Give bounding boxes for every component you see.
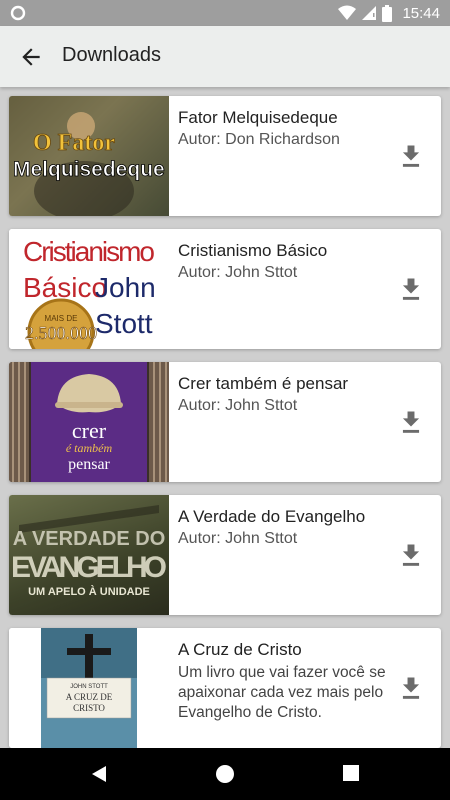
status-bar: 15:44: [0, 0, 450, 26]
cover-author: JOHN STOTT: [70, 684, 108, 690]
status-time: 15:44: [402, 4, 440, 22]
book-card-fator-melquisedeque[interactable]: O Fator Melquisedeque Fator Melquisedequ…: [9, 96, 441, 216]
cover-title-line1: O Fator: [33, 130, 115, 156]
cover-title-line2: EVANGELHO: [11, 551, 167, 584]
book-title: Crer também é pensar: [178, 374, 349, 393]
cover-seal-line2: 2.500.000: [25, 323, 97, 343]
cover-subtitle: UM APELO À UNIDADE: [28, 585, 150, 598]
signal-icon: [362, 6, 377, 20]
book-card-cristianismo-basico[interactable]: Cristianismo Básico John Stott MAIS DE 2…: [9, 229, 441, 349]
cover-art: JOHN STOTT A CRUZ DE CRISTO: [41, 628, 137, 748]
notification-dot-icon: [10, 5, 26, 21]
cover-title-line2: é também: [66, 441, 113, 455]
back-arrow-icon[interactable]: [18, 44, 44, 70]
cover-art: A VERDADE DO EVANGELHO UM APELO À UNIDAD…: [11, 505, 167, 598]
cover-title-line1: A CRUZ DE: [66, 692, 113, 702]
book-card-a-cruz-de-cristo[interactable]: JOHN STOTT A CRUZ DE CRISTO A Cruz de Cr…: [9, 628, 441, 748]
wifi-icon: [338, 5, 357, 20]
cover-title-line1: crer: [72, 418, 107, 443]
cover-art: Cristianismo Básico John Stott MAIS DE 2…: [23, 236, 156, 349]
download-icon[interactable]: [397, 408, 425, 438]
app-bar: Downloads: [0, 26, 450, 87]
cover-title-line2: Melquisedeque: [13, 158, 165, 181]
nav-home-icon[interactable]: [215, 764, 235, 784]
cover-seal-line1: MAIS DE: [45, 314, 78, 323]
cover-title-line1: A VERDADE DO: [13, 528, 166, 550]
book-author: Autor: John Sttot: [178, 397, 298, 414]
book-cover: crer é também pensar: [9, 362, 169, 482]
book-cover: JOHN STOTT A CRUZ DE CRISTO: [9, 628, 169, 748]
page-title: Downloads: [62, 44, 161, 66]
cover-author-last: Stott: [95, 308, 153, 339]
download-icon[interactable]: [397, 541, 425, 571]
book-title: Fator Melquisedeque: [178, 108, 338, 127]
cover-author-first: John: [95, 272, 156, 303]
book-author: Autor: John Sttot: [178, 264, 298, 281]
status-icons: 15:44: [338, 3, 440, 23]
battery-icon: [382, 4, 393, 22]
nav-recents-icon[interactable]: [342, 764, 360, 782]
cover-art: O Fator Melquisedeque: [9, 96, 169, 216]
book-description: Um livro que vai fazer você se apaixonar…: [178, 664, 386, 721]
book-author: Autor: John Sttot: [178, 530, 298, 547]
download-icon[interactable]: [397, 674, 425, 704]
book-card-a-verdade-do-evangelho[interactable]: A VERDADE DO EVANGELHO UM APELO À UNIDAD…: [9, 495, 441, 615]
book-cover: A VERDADE DO EVANGELHO UM APELO À UNIDAD…: [9, 495, 169, 615]
book-cover: O Fator Melquisedeque: [9, 96, 169, 216]
book-title: Cristianismo Básico: [178, 241, 328, 260]
cover-title-line2: CRISTO: [73, 703, 105, 713]
system-nav-bar: [0, 748, 450, 800]
downloads-list: O Fator Melquisedeque Fator Melquisedequ…: [0, 87, 450, 748]
download-icon[interactable]: [397, 275, 425, 305]
cover-title-line3: pensar: [68, 456, 110, 473]
book-cover: Cristianismo Básico John Stott MAIS DE 2…: [9, 229, 169, 349]
book-title: A Verdade do Evangelho: [178, 507, 366, 526]
download-icon[interactable]: [397, 142, 425, 172]
nav-back-icon[interactable]: [88, 764, 108, 784]
book-title: A Cruz de Cristo: [178, 640, 302, 659]
book-author: Autor: Don Richardson: [178, 131, 340, 148]
cover-title-line1: Cristianismo: [23, 236, 155, 267]
cover-art: crer é também pensar: [9, 362, 169, 482]
book-card-crer-tambem-e-pensar[interactable]: crer é também pensar Crer também é pensa…: [9, 362, 441, 482]
